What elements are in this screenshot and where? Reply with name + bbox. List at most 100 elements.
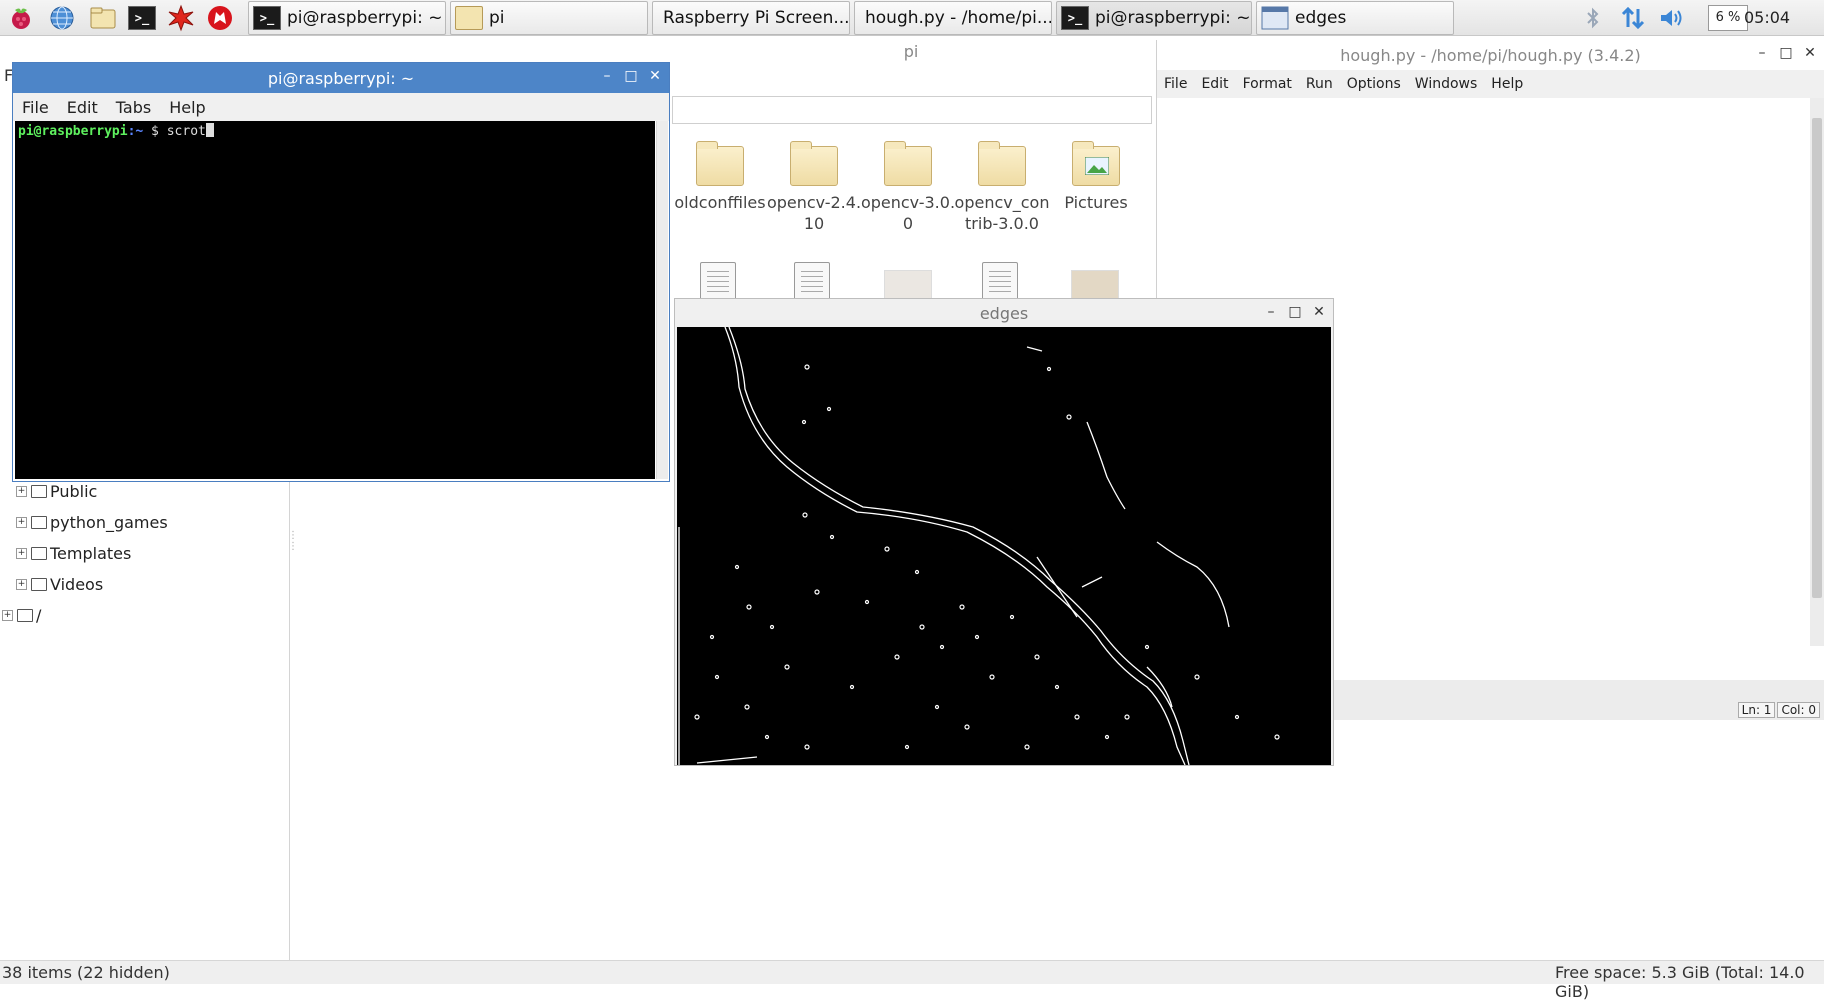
tree-item-templates[interactable]: + Templates: [16, 541, 131, 565]
cpu-monitor: 6 %: [1708, 5, 1748, 31]
menu-file[interactable]: File: [13, 98, 58, 117]
file-manager-icon[interactable]: [86, 2, 120, 34]
folder-icon: [17, 608, 33, 622]
edges-titlebar[interactable]: edges – □ ✕: [675, 299, 1333, 327]
menu-run[interactable]: Run: [1299, 76, 1340, 92]
expand-icon[interactable]: +: [16, 578, 27, 590]
terminal-launcher-icon[interactable]: >_: [125, 2, 159, 34]
maximize-icon[interactable]: □: [1778, 44, 1794, 62]
window-icon: [1261, 6, 1289, 30]
task-edges[interactable]: edges: [1256, 1, 1454, 35]
image-thumbnail[interactable]: [1071, 270, 1119, 300]
prompt-path: :~: [127, 124, 144, 139]
window-title: hough.py - /home/pi/hough.py (3.4.2): [1340, 45, 1641, 65]
maximize-icon[interactable]: □: [1287, 303, 1303, 321]
image-thumbnail[interactable]: [884, 270, 932, 300]
edge-detection-image: [677, 327, 1331, 765]
menu-windows[interactable]: Windows: [1408, 76, 1485, 92]
pane-splitter[interactable]: ⋮ ⋮: [288, 530, 298, 560]
file-item-label-line2: trib-3.0.0: [965, 214, 1039, 233]
free-space: Free space: 5.3 GiB (Total: 14.0 GiB): [1555, 963, 1805, 1001]
raspberry-menu-icon[interactable]: [4, 2, 38, 34]
tree-item-videos[interactable]: + Videos: [16, 572, 103, 596]
task-terminal-1[interactable]: >_ pi@raspberrypi: ~: [248, 1, 446, 35]
volume-icon[interactable]: [1658, 6, 1686, 34]
expand-icon[interactable]: +: [16, 547, 27, 559]
file-item-label: oldconffiles: [674, 193, 766, 212]
menu-file[interactable]: File: [1157, 76, 1194, 92]
file-item-opencv-contrib[interactable]: opencv_con trib-3.0.0: [954, 141, 1050, 234]
document-icon[interactable]: [794, 262, 830, 302]
folder-icon: [31, 484, 47, 498]
folder-icon: [884, 141, 932, 186]
task-browser[interactable]: Raspberry Pi Screen...: [652, 1, 850, 35]
minimize-icon[interactable]: –: [1263, 303, 1279, 321]
menu-format[interactable]: Format: [1236, 76, 1299, 92]
terminal-screen[interactable]: pi@raspberrypi:~ $ scrot: [15, 121, 655, 479]
file-item-opencv-2410[interactable]: opencv-2.4. 10: [766, 141, 862, 234]
tree-item-root[interactable]: + /: [2, 603, 41, 627]
close-icon[interactable]: ✕: [1802, 44, 1818, 62]
folder-icon: [978, 141, 1026, 186]
line-indicator: Ln: 1: [1737, 702, 1776, 718]
network-icon[interactable]: [1620, 5, 1646, 35]
minimize-icon[interactable]: –: [1754, 44, 1770, 62]
file-manager-title: pi: [903, 42, 919, 61]
task-terminal-2[interactable]: >_ pi@raspberrypi: ~: [1056, 1, 1252, 35]
task-idle[interactable]: hough.py - /home/pi...: [854, 1, 1052, 35]
close-icon[interactable]: ✕: [647, 67, 663, 85]
folder-icon: [790, 141, 838, 186]
minimize-icon[interactable]: –: [599, 67, 615, 85]
bluetooth-icon[interactable]: [1584, 6, 1602, 34]
file-item-label: opencv_con: [954, 193, 1050, 212]
wolfram-icon[interactable]: [203, 2, 237, 34]
menu-edit[interactable]: Edit: [58, 98, 107, 117]
menu-options[interactable]: Options: [1340, 76, 1408, 92]
tree-item-public[interactable]: + Public: [16, 479, 97, 503]
menu-tabs[interactable]: Tabs: [107, 98, 160, 117]
expand-icon[interactable]: +: [16, 485, 27, 497]
task-label: edges: [1295, 8, 1347, 28]
file-item-oldconffiles[interactable]: oldconffiles: [672, 141, 768, 213]
terminal-window: pi@raspberrypi: ~ – □ ✕ File Edit Tabs H…: [12, 62, 670, 482]
task-label: hough.py - /home/pi...: [865, 8, 1052, 28]
task-label: pi@raspberrypi: ~: [287, 8, 443, 28]
menu-help[interactable]: Help: [160, 98, 214, 117]
status-bar: 38 items (22 hidden) Free space: 5.3 GiB…: [0, 960, 1824, 1001]
file-item-opencv-300[interactable]: opencv-3.0. 0: [860, 141, 956, 234]
tree-item-label: /: [36, 605, 42, 625]
terminal-scrollbar[interactable]: [656, 121, 668, 479]
terminal-titlebar[interactable]: pi@raspberrypi: ~ – □ ✕: [13, 63, 669, 93]
file-item-label: opencv-3.0.: [860, 193, 956, 212]
window-title: edges: [979, 303, 1029, 323]
terminal-menubar: File Edit Tabs Help: [13, 93, 669, 121]
task-label: Raspberry Pi Screen...: [663, 8, 850, 28]
terminal-command: scrot: [166, 124, 206, 139]
tree-item-python-games[interactable]: + python_games: [16, 510, 168, 534]
menu-edit[interactable]: Edit: [1194, 76, 1235, 92]
document-icon[interactable]: [982, 262, 1018, 302]
text-cursor: [205, 123, 214, 137]
path-bar[interactable]: [672, 96, 1152, 124]
taskbar: >_ >_ pi@raspberrypi: ~ pi Raspberry Pi …: [0, 0, 1824, 36]
folder-icon: [31, 515, 47, 529]
expand-icon[interactable]: +: [2, 609, 13, 621]
vertical-scrollbar[interactable]: [1810, 98, 1824, 646]
idle-titlebar[interactable]: hough.py - /home/pi/hough.py (3.4.2) – □…: [1157, 40, 1824, 70]
clock[interactable]: 05:04: [1744, 8, 1790, 27]
menu-help[interactable]: Help: [1484, 76, 1530, 92]
document-icon[interactable]: [700, 262, 736, 302]
task-file-manager[interactable]: pi: [450, 1, 648, 35]
web-browser-icon[interactable]: [45, 2, 79, 34]
tree-item-label: Public: [50, 481, 98, 501]
maximize-icon[interactable]: □: [623, 67, 639, 85]
mathematica-icon[interactable]: [164, 2, 198, 34]
edges-window: edges – □ ✕: [674, 298, 1334, 766]
file-item-pictures[interactable]: Pictures: [1048, 141, 1144, 213]
column-indicator: Col: 0: [1777, 702, 1820, 718]
tree-item-label: Templates: [50, 543, 132, 563]
close-icon[interactable]: ✕: [1311, 303, 1327, 321]
folder-icon: [696, 141, 744, 186]
expand-icon[interactable]: +: [16, 516, 27, 528]
file-item-label: Pictures: [1064, 193, 1128, 212]
